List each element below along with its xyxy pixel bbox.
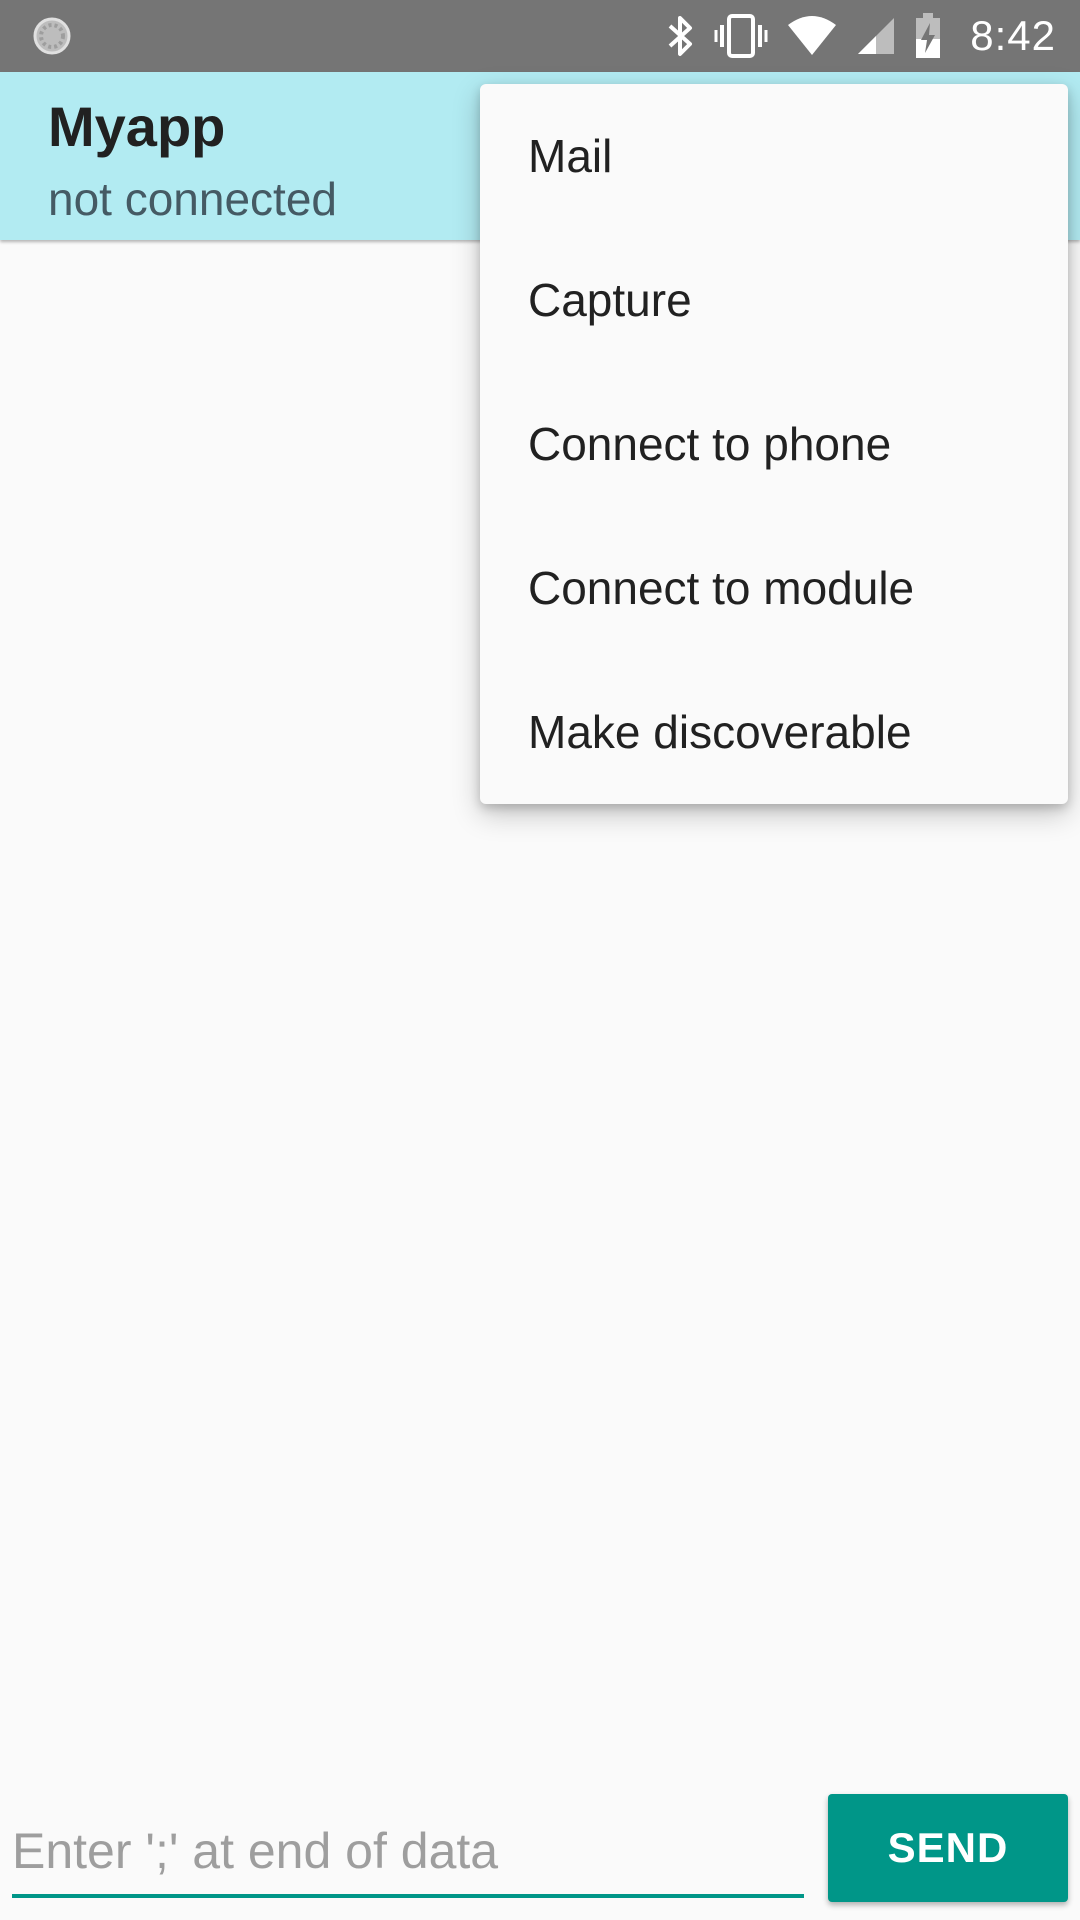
- connection-status: not connected: [48, 173, 338, 225]
- menu-item-mail[interactable]: Mail: [480, 84, 1068, 228]
- status-bar: 8:42: [0, 0, 1080, 72]
- menu-item-connect-to-module[interactable]: Connect to module: [480, 516, 1068, 660]
- app-title: Myapp: [48, 95, 226, 158]
- overflow-menu: Mail Capture Connect to phone Connect to…: [480, 84, 1068, 804]
- status-icons: 8:42: [664, 0, 1056, 72]
- data-input[interactable]: [12, 1808, 804, 1898]
- send-button[interactable]: SEND: [828, 1794, 1068, 1902]
- battery-charging-icon: [916, 13, 941, 58]
- menu-item-make-discoverable[interactable]: Make discoverable: [480, 660, 1068, 804]
- menu-item-connect-to-phone[interactable]: Connect to phone: [480, 372, 1068, 516]
- bluetooth-icon: [668, 16, 693, 56]
- menu-item-capture[interactable]: Capture: [480, 228, 1068, 372]
- vibrate-icon: [714, 14, 768, 58]
- wifi-icon: [788, 16, 837, 55]
- cell-signal-icon: [858, 18, 895, 54]
- clock: 8:42: [970, 12, 1056, 59]
- loading-spinner-icon: [33, 17, 71, 55]
